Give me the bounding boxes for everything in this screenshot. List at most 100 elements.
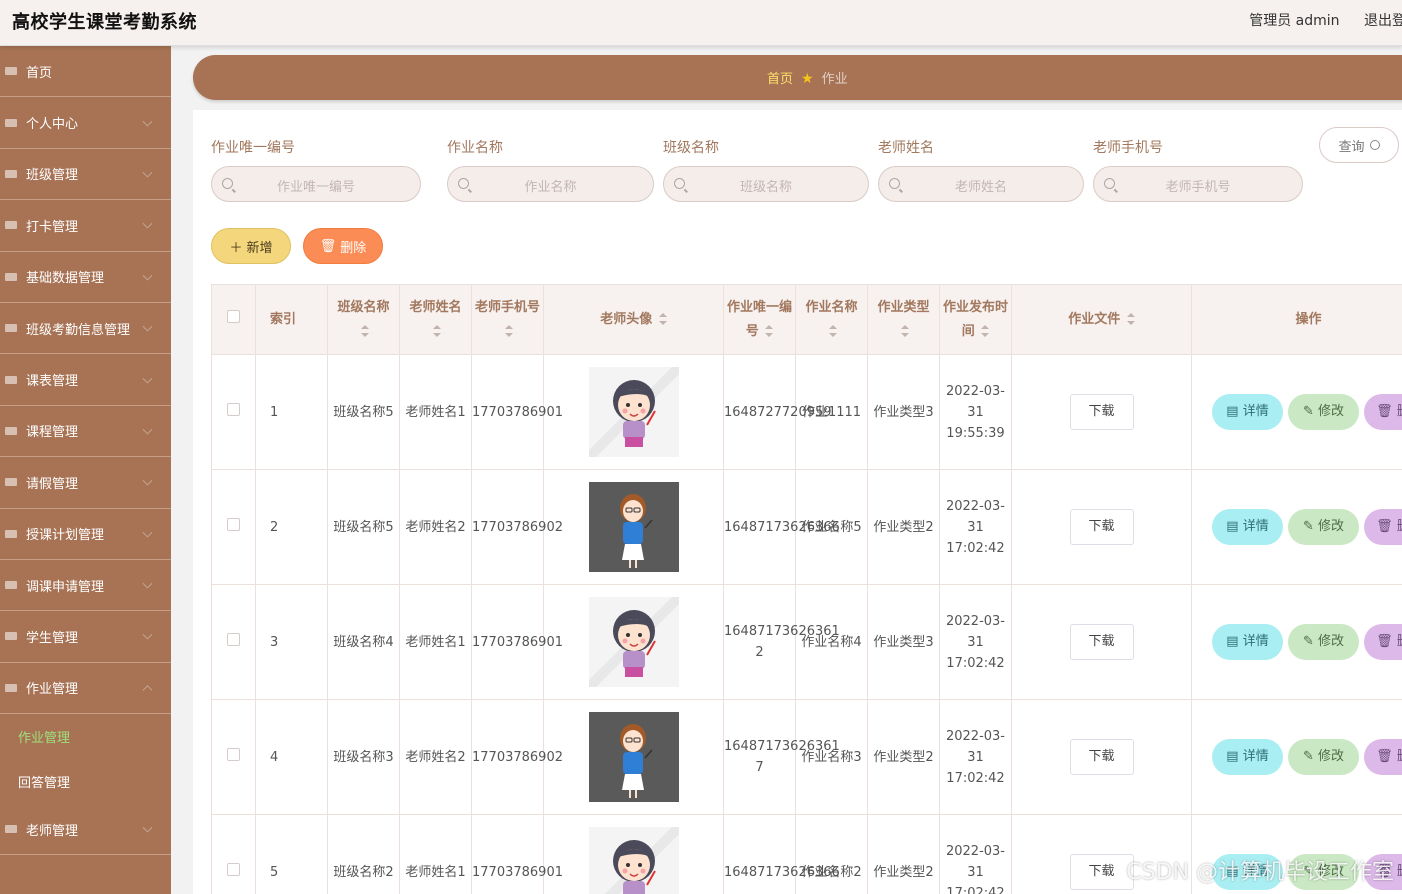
edit-button[interactable]: ✎ 修改 [1288, 394, 1359, 430]
home-icon [4, 65, 18, 77]
sidebar-item[interactable]: 课程管理 [0, 406, 171, 458]
chevron-down-icon [142, 578, 153, 589]
edit-button[interactable]: ✎ 修改 [1288, 509, 1359, 545]
filter-input[interactable]: 作业名称 [447, 166, 654, 202]
filter-input[interactable]: 班级名称 [663, 166, 869, 202]
sidebar-item[interactable]: 授课计划管理 [0, 509, 171, 560]
logout-link[interactable]: 退出登录 [1364, 10, 1402, 30]
filter-input[interactable]: 作业唯一编号 [211, 166, 421, 202]
row-checkbox[interactable] [227, 632, 240, 646]
sidebar-item[interactable]: 班级考勤信息管理 [0, 303, 171, 355]
col-publish-time[interactable]: 作业发布时间 [939, 284, 1012, 355]
cell-teacher-phone: 17703786902 [471, 469, 563, 585]
cell-homework-name: 作业名称5 [795, 469, 868, 585]
download-button[interactable]: 下载 [1069, 509, 1134, 545]
sort-icon[interactable] [658, 313, 667, 325]
download-button[interactable]: 下载 [1069, 394, 1134, 430]
delete-button[interactable]: 🗑 删除 [1364, 509, 1402, 545]
sort-icon[interactable] [360, 325, 369, 337]
select-all-checkbox[interactable] [227, 309, 240, 323]
detail-button[interactable]: ▤ 详情 [1212, 624, 1283, 660]
download-button[interactable]: 下载 [1069, 854, 1134, 890]
cell-homework-file: 下载 [1011, 354, 1192, 470]
sort-icon[interactable] [504, 325, 513, 337]
sort-icon[interactable] [432, 325, 441, 337]
cell-actions: ▤ 详情✎ 修改🗑 删除 [1191, 354, 1402, 470]
breadcrumb-home[interactable]: 首页 [767, 72, 793, 87]
query-label: 查询 [1338, 139, 1365, 155]
sort-icon[interactable] [828, 325, 837, 337]
filter-label: 老师姓名 [878, 140, 934, 156]
download-button[interactable]: 下载 [1069, 624, 1134, 660]
document-icon: ▤ [1226, 749, 1243, 764]
sidebar-item[interactable]: 打卡管理 [0, 200, 171, 252]
sidebar-item-label: 作业管理 [26, 682, 79, 698]
delete-button[interactable]: 🗑 删除 [1364, 739, 1402, 775]
row-checkbox[interactable] [227, 862, 240, 876]
sidebar-subitem[interactable]: 回答管理 [0, 759, 171, 804]
sidebar-item[interactable]: 基础数据管理 [0, 252, 171, 303]
col-homework-name[interactable]: 作业名称 [795, 284, 868, 355]
col-class-name[interactable]: 班级名称 [327, 284, 400, 355]
filter-placeholder: 作业名称 [524, 180, 577, 195]
batch-delete-button[interactable]: 🗑 删除 [303, 228, 383, 264]
row-checkbox[interactable] [227, 517, 240, 531]
sidebar-item[interactable]: 请假管理 [0, 457, 171, 509]
sidebar-item-label: 课程管理 [26, 425, 79, 441]
pencil-icon: ✎ [1302, 634, 1318, 649]
download-button[interactable]: 下载 [1069, 739, 1134, 775]
col-teacher-name[interactable]: 老师姓名 [399, 284, 472, 355]
detail-button[interactable]: ▤ 详情 [1212, 394, 1283, 430]
sidebar-item[interactable]: 学生管理 [0, 611, 171, 663]
cell-teacher-name: 老师姓名1 [399, 584, 472, 700]
delete-button[interactable]: 🗑 删除 [1364, 394, 1402, 430]
row-checkbox[interactable] [227, 747, 240, 761]
sort-icon[interactable] [900, 325, 909, 337]
col-homework-type[interactable]: 作业类型 [867, 284, 940, 355]
row-checkbox[interactable] [227, 402, 240, 416]
star-icon: ★ [801, 71, 814, 87]
sidebar-item[interactable]: 课表管理 [0, 354, 171, 406]
sidebar-item-label: 请假管理 [26, 476, 79, 492]
sidebar-item[interactable]: 个人中心 [0, 97, 171, 149]
detail-button[interactable]: ▤ 详情 [1212, 739, 1283, 775]
cell-publish-time: 2022-03-31 19:55:39 [939, 354, 1012, 470]
filter-input[interactable]: 老师手机号 [1093, 166, 1303, 202]
col-homework-file[interactable]: 作业文件 [1011, 284, 1192, 355]
sidebar-item[interactable]: 老师管理 [0, 804, 171, 856]
sidebar-subitem[interactable]: 作业管理 [0, 714, 171, 759]
teacher-avatar-image[interactable] [588, 827, 679, 894]
sidebar-item[interactable]: 班级管理 [0, 149, 171, 201]
sidebar-item-label: 班级考勤信息管理 [26, 322, 131, 338]
detail-button[interactable]: ▤ 详情 [1212, 509, 1283, 545]
detail-label: 详情 [1242, 519, 1269, 534]
filter-input[interactable]: 老师姓名 [878, 166, 1084, 202]
cell-index: 5 [255, 814, 328, 894]
filter-group: 班级名称 班级名称 [663, 137, 869, 202]
edit-button[interactable]: ✎ 修改 [1288, 624, 1359, 660]
col-homework-code[interactable]: 作业唯一编号 [723, 284, 796, 355]
col-teacher-phone[interactable]: 老师手机号 [471, 284, 544, 355]
query-button[interactable]: 查询 [1319, 127, 1399, 163]
sidebar-item[interactable]: 首页 [0, 46, 171, 98]
sidebar-item[interactable]: 调课申请管理 [0, 560, 171, 612]
chevron-down-icon [142, 116, 153, 127]
sort-icon[interactable] [981, 325, 990, 337]
teacher-avatar-image[interactable] [588, 367, 679, 457]
teacher-avatar-image[interactable] [588, 712, 679, 802]
sidebar-item-label: 个人中心 [26, 117, 79, 133]
delete-button[interactable]: 🗑 删除 [1364, 624, 1402, 660]
sidebar-item-label: 班级管理 [26, 168, 79, 184]
cell-homework-type: 作业类型2 [867, 814, 940, 894]
sidebar-item[interactable]: 作业管理 [0, 663, 171, 715]
edit-button[interactable]: ✎ 修改 [1288, 739, 1359, 775]
teacher-avatar-image[interactable] [588, 482, 679, 572]
add-button[interactable]: ＋ 新增 [211, 228, 291, 264]
row-select-cell [211, 584, 256, 700]
col-teacher-avatar[interactable]: 老师头像 [543, 284, 724, 355]
trash-icon: 🗑 [1376, 634, 1397, 649]
sort-icon[interactable] [765, 325, 774, 337]
sort-icon[interactable] [1126, 313, 1135, 325]
teacher-avatar-image[interactable] [588, 597, 679, 687]
watermark: CSDN @计算机毕设工作室 [1126, 860, 1394, 885]
